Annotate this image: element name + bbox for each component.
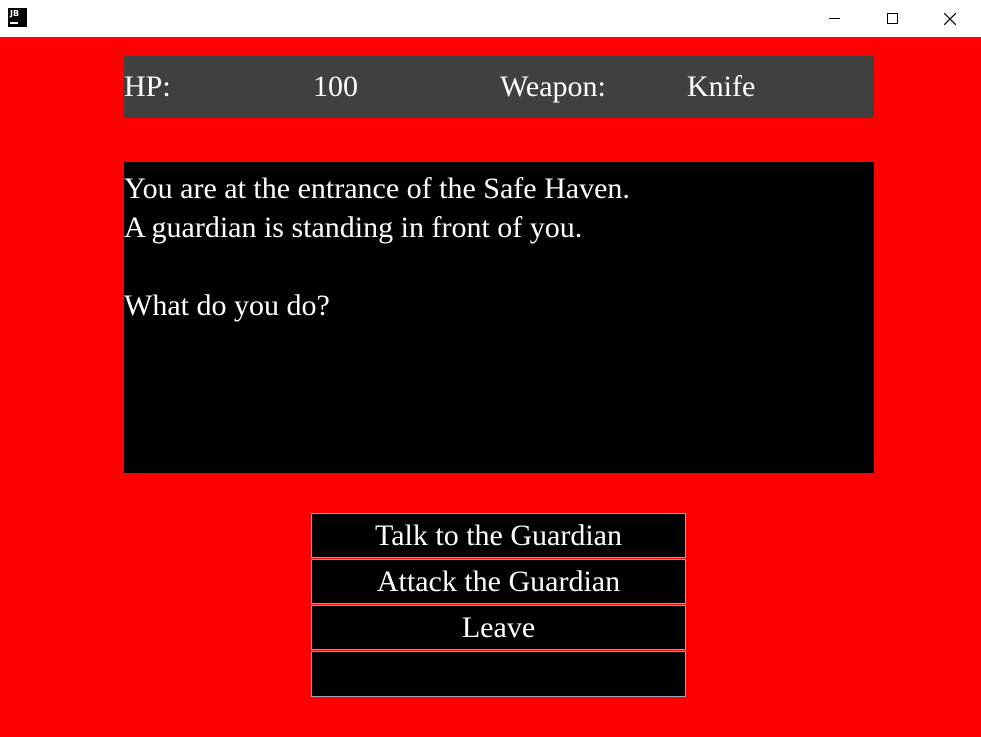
weapon-value: Knife: [687, 70, 756, 103]
weapon-label: Weapon:: [500, 70, 606, 103]
hp-label: HP:: [124, 70, 171, 103]
app-icon-bar: [10, 22, 18, 24]
story-text-panel: You are at the entrance of the Safe Have…: [124, 162, 874, 473]
story-line: You are at the entrance of the Safe Have…: [124, 172, 630, 205]
choice-button-2[interactable]: Attack the Guardian: [311, 559, 686, 604]
close-button[interactable]: [921, 0, 979, 37]
close-icon: [944, 12, 956, 25]
choice-button-3[interactable]: Leave: [311, 605, 686, 650]
choice-panel: Talk to the Guardian Attack the Guardian…: [311, 513, 686, 698]
choice-button-4[interactable]: [311, 651, 686, 697]
story-line: What do you do?: [124, 289, 330, 322]
maximize-icon: [886, 13, 898, 24]
app-icon: JB: [8, 8, 27, 27]
game-window: JB HP: 100 Weapon: Knife You are at the …: [0, 0, 981, 737]
story-line: [124, 247, 874, 286]
app-icon-text: JB: [10, 9, 20, 18]
minimize-button[interactable]: [805, 0, 863, 37]
hp-value: 100: [313, 70, 358, 103]
status-panel: HP: 100 Weapon: Knife: [124, 56, 874, 118]
title-bar: JB: [0, 0, 981, 37]
choice-button-1[interactable]: Talk to the Guardian: [311, 513, 686, 558]
story-line: A guardian is standing in front of you.: [124, 211, 583, 244]
maximize-button[interactable]: [863, 0, 921, 37]
minimize-icon: [828, 18, 840, 19]
